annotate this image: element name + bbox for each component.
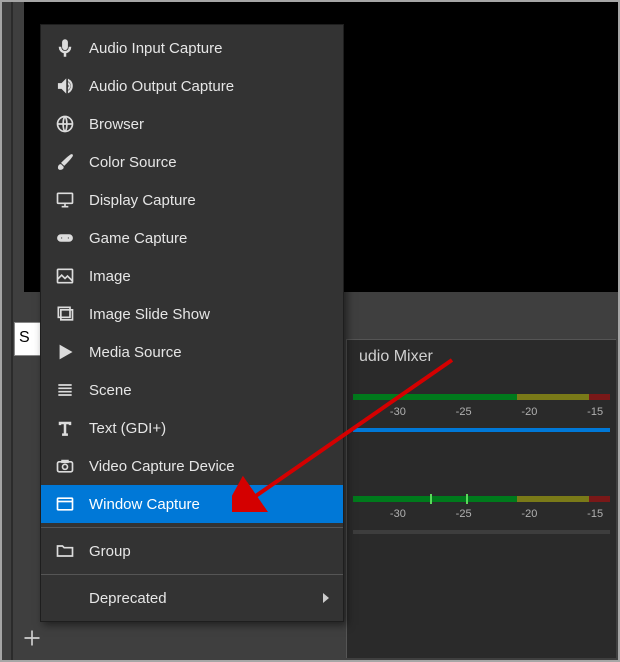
plus-icon	[22, 628, 42, 648]
audio-meter-2: -30 -25 -20 -15	[353, 494, 610, 540]
menu-item-scene[interactable]: Scene	[41, 371, 343, 409]
menu-item-label: Browser	[89, 116, 329, 133]
tick-label: -20	[515, 508, 545, 520]
audio-mixer-title: udio Mixer	[347, 340, 616, 374]
menu-item-audio-input-capture[interactable]: Audio Input Capture	[41, 29, 343, 67]
meter-tick-labels: -30 -25 -20 -15	[353, 406, 610, 418]
menu-item-label: Audio Input Capture	[89, 40, 329, 57]
menu-item-label: Scene	[89, 382, 329, 399]
menu-item-label: Group	[89, 543, 329, 560]
tick-label: -30	[383, 508, 413, 520]
left-divider	[11, 2, 13, 660]
menu-item-label: Window Capture	[89, 496, 329, 513]
monitor-icon	[53, 190, 77, 210]
tick-label: -15	[580, 508, 610, 520]
menu-item-audio-output-capture[interactable]: Audio Output Capture	[41, 67, 343, 105]
menu-item-label: Text (GDI+)	[89, 420, 329, 437]
list-icon	[53, 380, 77, 400]
camera-icon	[53, 456, 77, 476]
microphone-icon	[53, 38, 77, 58]
audio-meter-1: -30 -25 -20 -15	[353, 392, 610, 438]
menu-separator	[41, 527, 343, 528]
menu-item-label: Deprecated	[89, 590, 323, 607]
menu-item-label: Video Capture Device	[89, 458, 329, 475]
menu-item-image[interactable]: Image	[41, 257, 343, 295]
menu-item-label: Image	[89, 268, 329, 285]
volume-slider[interactable]	[353, 428, 610, 432]
menu-item-image-slide-show[interactable]: Image Slide Show	[41, 295, 343, 333]
brush-icon	[53, 152, 77, 172]
tick-label: -25	[449, 406, 479, 418]
add-source-menu: Audio Input Capture Audio Output Capture…	[40, 24, 344, 622]
menu-item-label: Game Capture	[89, 230, 329, 247]
menu-item-video-capture-device[interactable]: Video Capture Device	[41, 447, 343, 485]
menu-item-label: Color Source	[89, 154, 329, 171]
menu-item-text-gdi[interactable]: Text (GDI+)	[41, 409, 343, 447]
menu-item-game-capture[interactable]: Game Capture	[41, 219, 343, 257]
tick-label: -20	[515, 406, 545, 418]
menu-separator	[41, 574, 343, 575]
tick-label: -15	[580, 406, 610, 418]
menu-item-deprecated[interactable]: Deprecated	[41, 579, 343, 617]
gamepad-icon	[53, 228, 77, 248]
menu-item-label: Audio Output Capture	[89, 78, 329, 95]
submenu-arrow-icon	[323, 593, 329, 603]
menu-item-browser[interactable]: Browser	[41, 105, 343, 143]
menu-item-label: Media Source	[89, 344, 329, 361]
tab-label-fragment: S	[19, 329, 30, 346]
tick-label: -30	[383, 406, 413, 418]
meter-tick-labels: -30 -25 -20 -15	[353, 508, 610, 520]
image-stack-icon	[53, 304, 77, 324]
menu-item-display-capture[interactable]: Display Capture	[41, 181, 343, 219]
menu-item-color-source[interactable]: Color Source	[41, 143, 343, 181]
menu-item-media-source[interactable]: Media Source	[41, 333, 343, 371]
play-icon	[53, 342, 77, 362]
tick-label: -25	[449, 508, 479, 520]
text-icon	[53, 418, 77, 438]
menu-item-label: Display Capture	[89, 192, 329, 209]
add-source-button[interactable]	[18, 624, 46, 652]
speaker-icon	[53, 76, 77, 96]
menu-item-label: Image Slide Show	[89, 306, 329, 323]
folder-icon	[53, 541, 77, 561]
menu-item-group[interactable]: Group	[41, 532, 343, 570]
volume-slider[interactable]	[353, 530, 610, 534]
globe-icon	[53, 114, 77, 134]
image-icon	[53, 266, 77, 286]
audio-mixer-panel: udio Mixer -30 -25 -20 -15 -30 -25 -20 -…	[346, 339, 616, 658]
window-icon	[53, 494, 77, 514]
menu-item-window-capture[interactable]: Window Capture	[41, 485, 343, 523]
